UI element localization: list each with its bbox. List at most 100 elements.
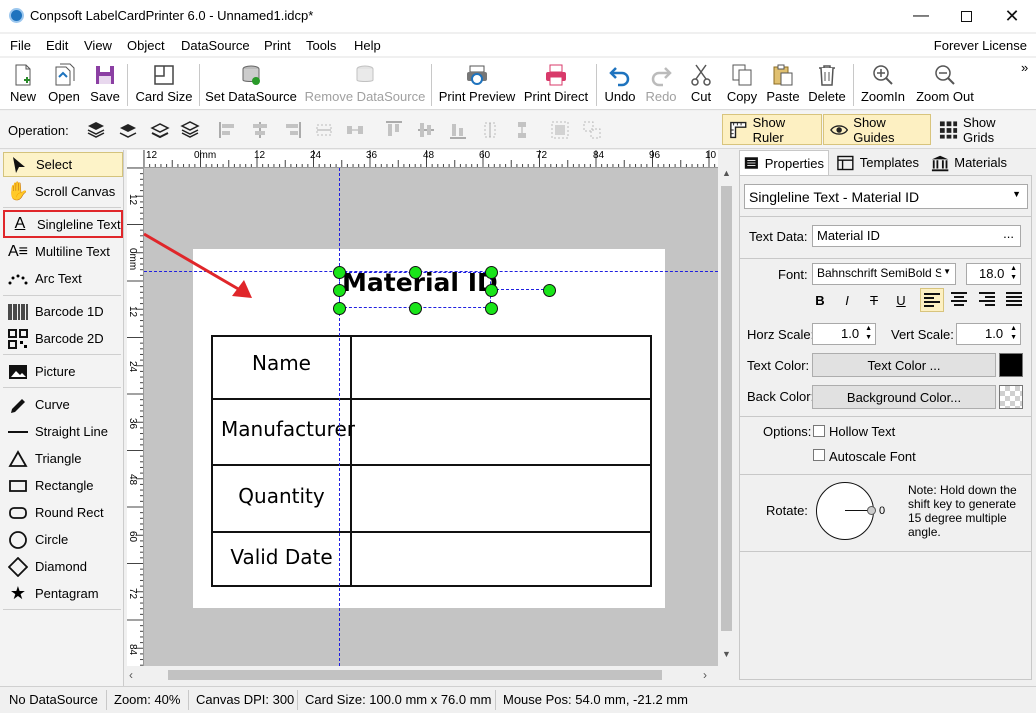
resize-handle[interactable]	[333, 284, 346, 297]
vertical-scroll-thumb[interactable]	[721, 186, 732, 631]
menu-tools[interactable]: Tools	[306, 38, 336, 53]
menu-file[interactable]: File	[10, 38, 31, 53]
scroll-down-icon[interactable]: ▼	[718, 649, 735, 666]
tool-select[interactable]: Select	[3, 152, 123, 177]
tab-properties[interactable]: Properties	[739, 150, 829, 175]
spinner-arrows-icon[interactable]: ▲ ▼	[865, 324, 872, 342]
tool-barcode-1d[interactable]: Barcode 1D	[3, 299, 123, 324]
zoom-out-button[interactable]: Zoom Out	[914, 58, 976, 108]
show-grids-toggle[interactable]: Show Grids	[933, 114, 1033, 145]
align-left-icon[interactable]	[218, 120, 238, 140]
tool-pentagram[interactable]: ★ Pentagram	[3, 581, 123, 606]
scroll-left-icon[interactable]: ‹	[129, 668, 133, 682]
font-family-select[interactable]: Bahnschrift SemiBold S ▼	[812, 263, 956, 285]
align-left-text-button[interactable]	[920, 288, 944, 312]
tool-scroll-canvas[interactable]: ✋ Scroll Canvas	[3, 179, 123, 204]
horizontal-scroll-thumb[interactable]	[168, 670, 662, 680]
menu-datasource[interactable]: DataSource	[181, 38, 250, 53]
tool-diamond[interactable]: Diamond	[3, 554, 123, 579]
resize-handle[interactable]	[333, 266, 346, 279]
spinner-arrows-icon[interactable]: ▲ ▼	[1010, 324, 1017, 342]
same-width-icon[interactable]	[314, 120, 334, 140]
send-backward-icon[interactable]	[150, 120, 170, 140]
scroll-up-icon[interactable]: ▲	[718, 168, 735, 185]
resize-handle[interactable]	[333, 302, 346, 315]
tab-templates[interactable]: Templates	[833, 150, 923, 175]
align-bottom-icon[interactable]	[448, 120, 468, 140]
label-row-quantity[interactable]: Quantity	[213, 484, 350, 508]
text-data-more-button[interactable]: ...	[1003, 226, 1014, 241]
vertical-scrollbar[interactable]: ▲ ▼	[718, 168, 735, 666]
horizontal-scrollbar[interactable]: ‹ ›	[127, 666, 718, 684]
autoscale-font-checkbox[interactable]	[813, 449, 825, 461]
show-ruler-toggle[interactable]: Show Ruler	[722, 114, 822, 145]
send-to-back-icon[interactable]	[180, 120, 200, 140]
tool-barcode-2d[interactable]: Barcode 2D	[3, 326, 123, 351]
tool-straight-line[interactable]: Straight Line	[3, 419, 123, 444]
distribute-vertical-icon[interactable]	[512, 120, 532, 140]
print-preview-button[interactable]: Print Preview	[438, 58, 516, 108]
tool-triangle[interactable]: Triangle	[3, 446, 123, 471]
align-right-text-button[interactable]	[976, 288, 1000, 312]
tool-singleline-text[interactable]: A Singleline Text	[3, 210, 123, 238]
tool-picture[interactable]: Picture	[3, 359, 123, 384]
rotate-dial-knob[interactable]	[867, 506, 876, 515]
rotate-dial[interactable]	[816, 482, 876, 540]
maximize-button[interactable]	[943, 0, 989, 32]
paste-button[interactable]: Paste	[764, 58, 802, 108]
cut-button[interactable]: Cut	[686, 58, 716, 108]
menu-help[interactable]: Help	[354, 38, 381, 53]
resize-handle[interactable]	[409, 266, 422, 279]
font-size-spinner[interactable]: 18.0 ▲ ▼	[966, 263, 1021, 285]
undo-button[interactable]: Undo	[602, 58, 638, 108]
tool-curve[interactable]: Curve	[3, 392, 123, 417]
resize-handle[interactable]	[409, 302, 422, 315]
label-row-valid-date[interactable]: Valid Date	[213, 545, 350, 569]
resize-handle[interactable]	[485, 302, 498, 315]
resize-handle[interactable]	[485, 284, 498, 297]
align-middle-icon[interactable]	[416, 120, 436, 140]
menu-print[interactable]: Print	[264, 38, 291, 53]
hollow-text-checkbox[interactable]	[813, 425, 825, 437]
menu-view[interactable]: View	[84, 38, 112, 53]
zoom-in-button[interactable]: ZoomIn	[858, 58, 908, 108]
object-selector[interactable]: Singleline Text - Material ID ▼	[744, 184, 1028, 209]
text-color-swatch[interactable]	[999, 353, 1023, 377]
spinner-arrows-icon[interactable]: ▲ ▼	[1010, 264, 1017, 282]
vertical-guide[interactable]	[339, 168, 340, 666]
align-right-icon[interactable]	[282, 120, 302, 140]
align-top-icon[interactable]	[384, 120, 404, 140]
delete-button[interactable]: Delete	[806, 58, 848, 108]
minimize-button[interactable]: —	[898, 0, 944, 32]
tool-rectangle[interactable]: Rectangle	[3, 473, 123, 498]
text-color-button[interactable]: Text Color ...	[812, 353, 996, 377]
align-center-icon[interactable]	[250, 120, 270, 140]
label-row-name[interactable]: Name	[213, 351, 350, 375]
tab-materials[interactable]: Materials	[927, 150, 1011, 175]
label-row-manufacturer[interactable]: Manufacturer	[213, 417, 363, 441]
horz-scale-spinner[interactable]: 1.0 ▲ ▼	[812, 323, 876, 345]
save-button[interactable]: Save	[88, 58, 122, 108]
menu-edit[interactable]: Edit	[46, 38, 68, 53]
scroll-right-icon[interactable]: ›	[703, 668, 707, 682]
resize-handle[interactable]	[485, 266, 498, 279]
text-data-field[interactable]: Material ID ...	[812, 225, 1021, 247]
menu-object[interactable]: Object	[127, 38, 165, 53]
italic-button[interactable]: I	[837, 290, 857, 310]
set-datasource-button[interactable]: Set DataSource	[205, 58, 297, 108]
show-guides-toggle[interactable]: Show Guides	[823, 114, 931, 145]
toolbar-overflow-icon[interactable]: »	[1021, 60, 1028, 75]
remove-datasource-button[interactable]: Remove DataSource	[304, 58, 426, 108]
open-button[interactable]: Open	[44, 58, 84, 108]
tool-round-rect[interactable]: Round Rect	[3, 500, 123, 525]
background-color-swatch[interactable]	[999, 385, 1023, 409]
bold-button[interactable]: B	[810, 290, 830, 310]
card-size-button[interactable]: Card Size	[134, 58, 194, 108]
underline-button[interactable]: U	[891, 290, 911, 310]
vert-scale-spinner[interactable]: 1.0 ▲ ▼	[956, 323, 1021, 345]
tool-multiline-text[interactable]: A≡ Multiline Text	[3, 239, 123, 264]
bring-forward-icon[interactable]	[118, 120, 138, 140]
close-button[interactable]: ✕	[989, 0, 1035, 32]
same-height-icon[interactable]	[480, 120, 500, 140]
rotate-handle[interactable]	[543, 284, 556, 297]
